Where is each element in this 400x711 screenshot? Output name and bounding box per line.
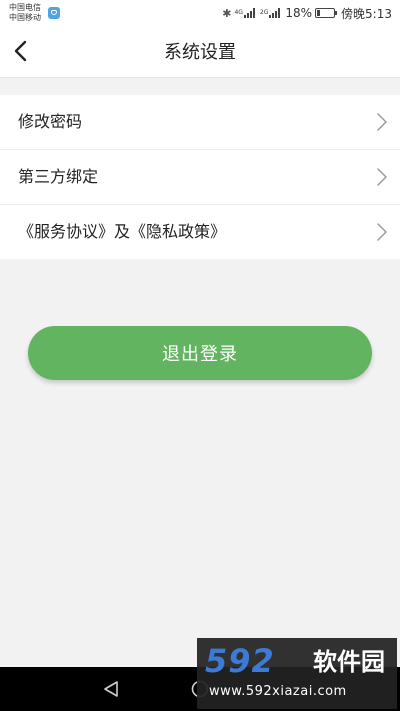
nav-bar: 系统设置	[0, 28, 400, 78]
menu-item-agreement-privacy[interactable]: 《服务协议》及《隐私政策》	[0, 205, 400, 259]
carrier-1: 中国电信	[9, 3, 41, 12]
menu-item-label: 第三方绑定	[18, 167, 99, 186]
watermark-logo: 592	[205, 642, 275, 680]
status-indicators: ✱ 4G 2G 18% 傍晚5:13	[222, 6, 392, 21]
signal-strength-icon	[243, 8, 256, 18]
menu-item-label: 修改密码	[18, 112, 83, 131]
chevron-right-icon	[377, 223, 387, 241]
settings-menu: 修改密码 第三方绑定 《服务协议》及《隐私政策》	[0, 95, 400, 259]
battery-level-fill	[317, 10, 321, 16]
network-type-1: 4G	[234, 9, 243, 16]
chevron-right-icon	[377, 113, 387, 131]
chevron-right-icon	[377, 168, 387, 186]
watermark-name: 软件园	[313, 648, 385, 676]
page-title: 系统设置	[164, 42, 236, 63]
carrier-2: 中国移动	[9, 13, 41, 22]
battery-percent: 18%	[285, 6, 313, 20]
bluetooth-icon: ✱	[222, 6, 232, 20]
watermark: 592 软件园 www.592xiazai.com	[197, 638, 397, 709]
logout-button[interactable]: 退出登录	[28, 326, 372, 380]
menu-item-third-party-binding[interactable]: 第三方绑定	[0, 150, 400, 205]
app-notification-icon	[48, 7, 60, 19]
system-back-button[interactable]	[101, 679, 121, 699]
network-type-2: 2G	[259, 9, 269, 16]
menu-item-change-password[interactable]: 修改密码	[0, 95, 400, 150]
status-bar: 中国电信 中国移动 ✱ 4G 2G 18% 傍晚5:13	[0, 0, 400, 28]
signal-strength-icon	[269, 8, 281, 18]
watermark-url: www.592xiazai.com	[209, 684, 347, 699]
status-time: 傍晚5:13	[341, 6, 392, 21]
menu-item-label: 《服务协议》及《隐私政策》	[18, 222, 227, 241]
battery-icon	[315, 8, 338, 18]
carrier-names: 中国电信 中国移动	[9, 3, 41, 23]
